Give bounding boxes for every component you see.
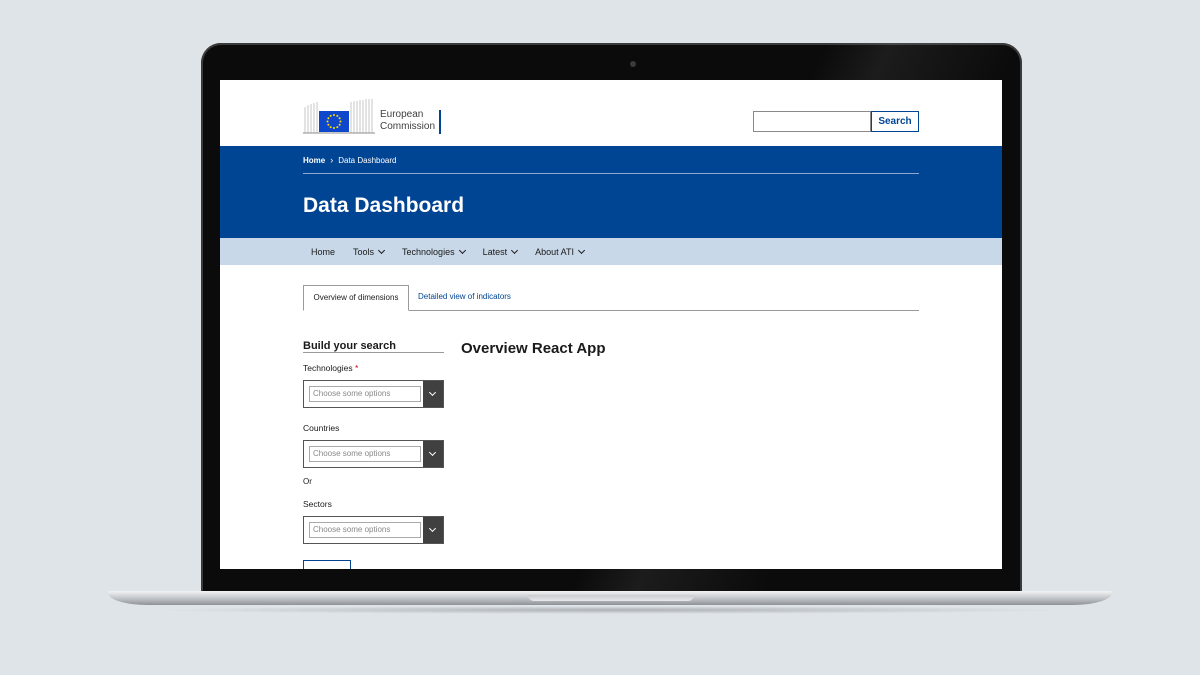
main-navigation: Home Tools Technologies Latest About ATI	[220, 238, 1002, 265]
countries-search-field[interactable]: Choose some options	[309, 446, 421, 462]
countries-label: Countries	[303, 423, 340, 433]
search-input[interactable]	[753, 111, 871, 132]
filter-panel-title: Build your search	[303, 340, 396, 352]
european-commission-logo[interactable]: European Commission	[303, 99, 443, 135]
nav-item-latest[interactable]: Latest	[482, 246, 519, 257]
laptop-hinge-notch	[528, 595, 694, 601]
sectors-select[interactable]: Choose some options	[303, 516, 444, 544]
tab-detailed-view-of-indicators[interactable]: Detailed view of indicators	[418, 292, 511, 301]
chevron-down-icon	[428, 388, 437, 397]
browser-viewport: European Commission Search Home › Data D…	[220, 80, 1002, 569]
banner-divider	[303, 173, 919, 174]
webcam	[630, 61, 636, 67]
countries-dropdown-toggle[interactable]	[423, 441, 443, 467]
chevron-down-icon	[511, 246, 519, 254]
technologies-dropdown-toggle[interactable]	[423, 381, 443, 407]
laptop-shadow	[150, 606, 1070, 614]
nav-item-technologies[interactable]: Technologies	[402, 246, 466, 257]
technologies-label: Technologies *	[303, 363, 358, 373]
eu-flag-icon	[319, 111, 349, 132]
nav-item-home[interactable]: Home	[311, 247, 335, 257]
countries-select[interactable]: Choose some options	[303, 440, 444, 468]
technologies-label-text: Technologies	[303, 363, 353, 373]
breadcrumb-current: Data Dashboard	[338, 155, 397, 165]
sectors-dropdown-toggle[interactable]	[423, 517, 443, 543]
tab-overview-of-dimensions[interactable]: Overview of dimensions	[303, 285, 409, 311]
nav-items: Home Tools Technologies Latest About ATI	[311, 238, 602, 265]
nav-item-label: About ATI	[535, 246, 574, 257]
nav-item-about-ati[interactable]: About ATI	[535, 246, 586, 257]
required-marker: *	[355, 363, 359, 373]
chevron-right-icon: ›	[330, 155, 334, 165]
chevron-down-icon	[577, 246, 586, 254]
filter-panel-divider	[303, 352, 444, 353]
nav-item-tools[interactable]: Tools	[353, 246, 386, 257]
logo-line-2: Commission	[380, 121, 436, 132]
site-header: European Commission Search	[220, 80, 1002, 146]
submit-button-partial[interactable]	[303, 560, 351, 569]
chevron-down-icon	[428, 448, 437, 457]
sectors-label: Sectors	[303, 499, 332, 509]
page-title: Data Dashboard	[303, 194, 465, 217]
nav-item-label: Latest	[482, 246, 508, 257]
search-button[interactable]: Search	[871, 111, 919, 132]
breadcrumb-home-link[interactable]: Home	[303, 156, 325, 165]
page-banner: Home › Data Dashboard Data Dashboard	[220, 146, 1002, 238]
breadcrumb: Home › Data Dashboard	[303, 155, 397, 165]
logo-line-1: European	[380, 109, 424, 120]
nav-item-label: Technologies	[402, 246, 455, 257]
nav-item-label: Tools	[353, 246, 375, 257]
content-heading: Overview React App	[461, 340, 606, 357]
or-separator: Or	[303, 477, 312, 486]
sectors-search-field[interactable]: Choose some options	[309, 522, 421, 538]
chevron-down-icon	[458, 246, 466, 254]
nav-item-label: Home	[311, 246, 336, 257]
logo-wordmark: European Commission	[380, 109, 435, 133]
logo-divider	[439, 110, 441, 134]
technologies-select[interactable]: Choose some options	[303, 380, 444, 408]
technologies-search-field[interactable]: Choose some options	[309, 386, 421, 402]
chevron-down-icon	[428, 524, 437, 533]
chevron-down-icon	[377, 246, 386, 254]
